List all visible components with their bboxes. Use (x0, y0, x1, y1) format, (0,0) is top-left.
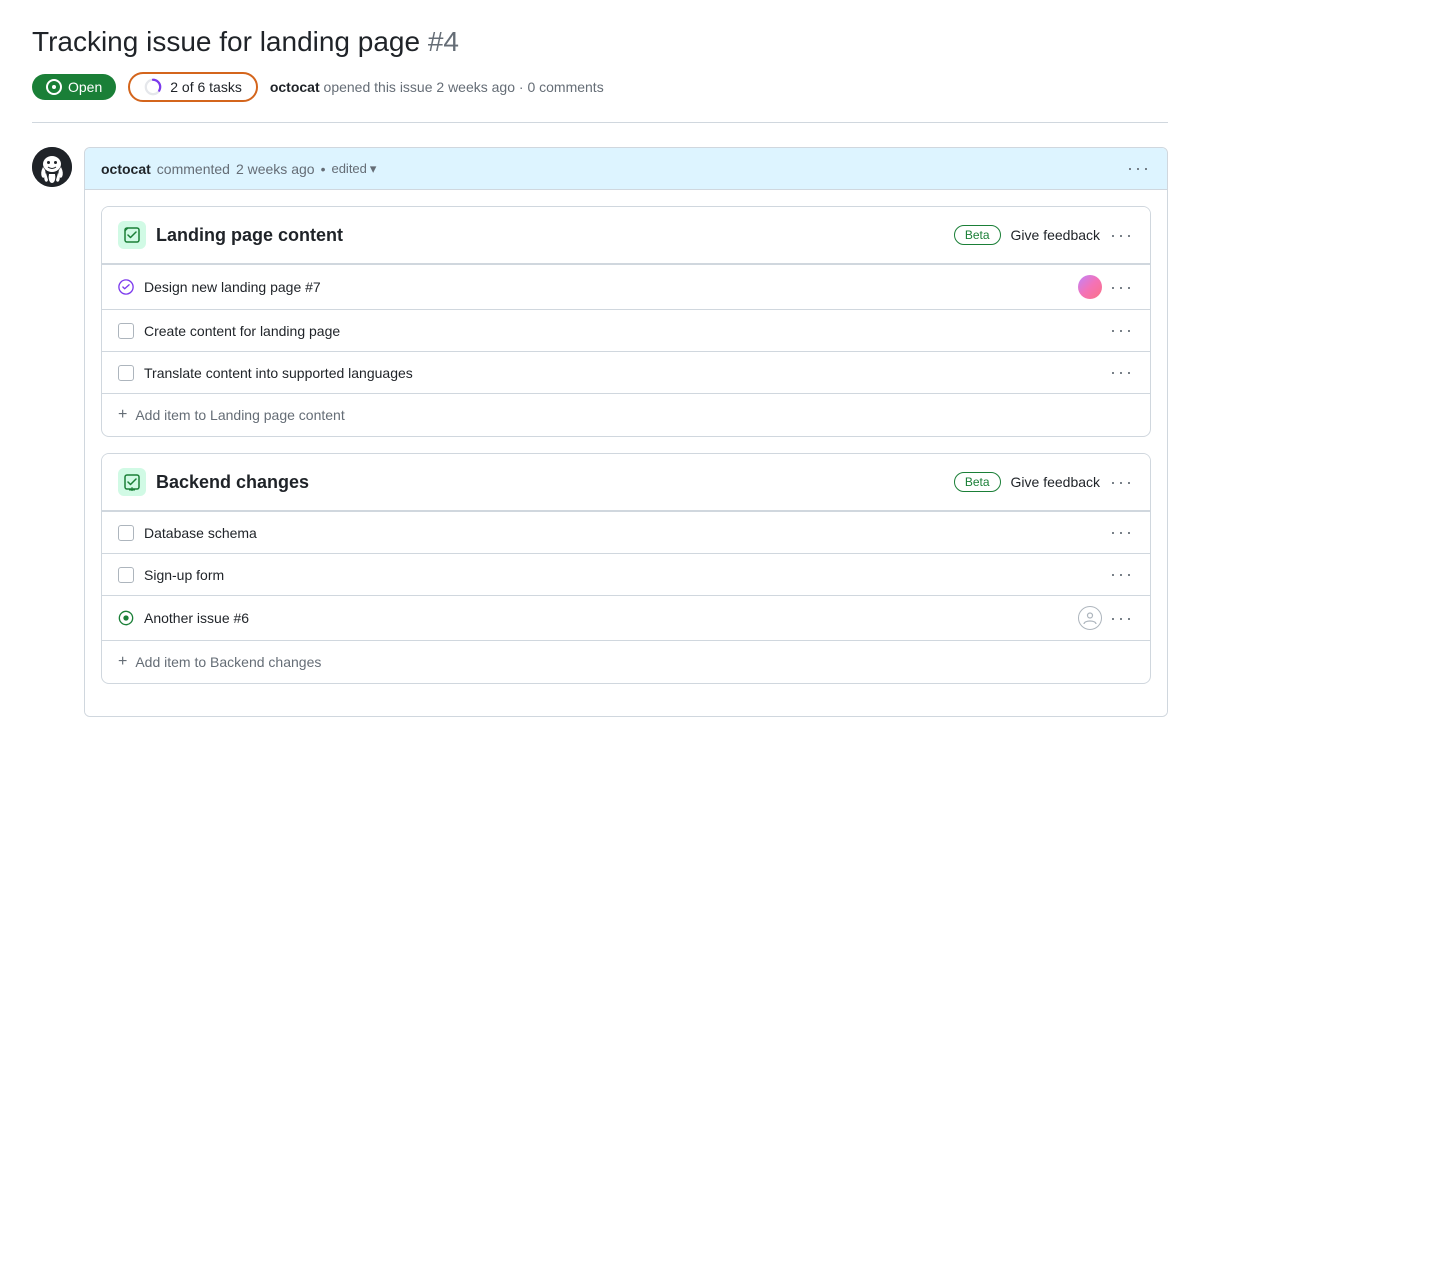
task-right: ··· (1078, 275, 1134, 299)
task-left: Another issue #6 (118, 610, 1078, 626)
header-divider (32, 122, 1168, 123)
commenter-username: octocat (101, 161, 151, 177)
task-right: ··· (1110, 320, 1134, 341)
task-label: Another issue #6 (144, 610, 249, 626)
separator: · (519, 79, 524, 95)
octocat-icon (32, 147, 72, 187)
comment-header: octocat commented 2 weeks ago • edited ▾… (85, 148, 1167, 190)
task-item: Sign-up form ··· (102, 553, 1150, 595)
tasklist-header-left: Backend changes (118, 468, 309, 496)
task-item: Create content for landing page ··· (102, 309, 1150, 351)
tasklist-header-backend: Backend changes Beta Give feedback ··· (102, 454, 1150, 511)
task-item: Translate content into supported languag… (102, 351, 1150, 393)
add-item-label: Add item to Backend changes (135, 654, 321, 670)
title-text: Tracking issue for landing page (32, 26, 420, 57)
person-icon (1082, 610, 1098, 626)
beta-badge-backend[interactable]: Beta (954, 472, 1001, 492)
comment-separator: • (321, 161, 326, 177)
tasklist-backend: Backend changes Beta Give feedback ··· D… (101, 453, 1151, 684)
tasklist-header-left: Landing page content (118, 221, 343, 249)
comments-count: 0 comments (527, 79, 603, 95)
task-label: Create content for landing page (144, 323, 340, 339)
task-more-button[interactable]: ··· (1110, 608, 1134, 629)
beta-badge-landing[interactable]: Beta (954, 225, 1001, 245)
tasklist-title-landing: Landing page content (156, 225, 343, 246)
avatar (32, 147, 72, 187)
task-label: Translate content into supported languag… (144, 365, 413, 381)
purple-check-icon (118, 278, 134, 296)
edited-badge[interactable]: edited ▾ (331, 161, 376, 177)
task-label: Database schema (144, 525, 257, 541)
issue-number: #4 (428, 26, 459, 57)
plus-icon: + (118, 406, 127, 424)
task-checkbox-unchecked[interactable] (118, 567, 134, 583)
progress-ring-icon (144, 78, 162, 96)
tasklist-icon-landing (118, 221, 146, 249)
task-label: Sign-up form (144, 567, 224, 583)
task-checkbox-checked[interactable] (118, 279, 134, 295)
time-ago: 2 weeks ago (436, 79, 515, 95)
task-item: Database schema ··· (102, 511, 1150, 553)
plus-icon: + (118, 653, 127, 671)
tasklist-header-right-backend: Beta Give feedback ··· (954, 472, 1134, 493)
task-item: Another issue #6 ··· (102, 595, 1150, 640)
task-right: ··· (1078, 606, 1134, 630)
task-label: Design new landing page #7 (144, 279, 321, 295)
green-open-circle-icon (118, 609, 134, 627)
task-more-button[interactable]: ··· (1110, 564, 1134, 585)
comment-action: commented (157, 161, 230, 177)
tasks-count: 2 of 6 tasks (170, 79, 242, 95)
task-right: ··· (1110, 564, 1134, 585)
task-more-button[interactable]: ··· (1110, 320, 1134, 341)
tasklist-header-landing: Landing page content Beta Give feedback … (102, 207, 1150, 264)
comment-body: octocat commented 2 weeks ago • edited ▾… (84, 147, 1168, 717)
give-feedback-landing[interactable]: Give feedback (1011, 227, 1101, 243)
add-item-label: Add item to Landing page content (135, 407, 344, 423)
status-row: Open 2 of 6 tasks octocat opened this is… (32, 72, 1168, 102)
task-checkbox-unchecked[interactable] (118, 525, 134, 541)
tasklist-header-right-landing: Beta Give feedback ··· (954, 225, 1134, 246)
add-item-landing[interactable]: + Add item to Landing page content (102, 393, 1150, 436)
tasklist-title-backend: Backend changes (156, 472, 309, 493)
backend-checklist-icon (123, 473, 141, 491)
task-left: Translate content into supported languag… (118, 365, 1110, 381)
task-assignee-avatar (1078, 275, 1102, 299)
add-item-backend[interactable]: + Add item to Backend changes (102, 640, 1150, 683)
comment-header-left: octocat commented 2 weeks ago • edited ▾ (101, 161, 376, 177)
open-icon (46, 79, 62, 95)
issue-meta: octocat opened this issue 2 weeks ago · … (270, 79, 604, 95)
tasklist-more-backend[interactable]: ··· (1110, 472, 1134, 493)
task-more-button[interactable]: ··· (1110, 522, 1134, 543)
task-item: Design new landing page #7 ··· (102, 264, 1150, 309)
give-feedback-backend[interactable]: Give feedback (1011, 474, 1101, 490)
task-right: ··· (1110, 362, 1134, 383)
open-label: Open (68, 79, 102, 95)
comment-more-button[interactable]: ··· (1127, 158, 1151, 179)
task-left: Design new landing page #7 (118, 279, 1078, 295)
task-more-button[interactable]: ··· (1110, 362, 1134, 383)
task-checkbox-unchecked[interactable] (118, 323, 134, 339)
task-more-button[interactable]: ··· (1110, 277, 1134, 298)
tasks-badge[interactable]: 2 of 6 tasks (128, 72, 258, 102)
checklist-icon (123, 226, 141, 244)
tasklist-more-landing[interactable]: ··· (1110, 225, 1134, 246)
chevron-down-icon: ▾ (370, 161, 377, 177)
author-name: octocat (270, 79, 320, 95)
task-left: Create content for landing page (118, 323, 1110, 339)
tasklist-icon-backend (118, 468, 146, 496)
comment-thread: octocat commented 2 weeks ago • edited ▾… (32, 147, 1168, 717)
page-title: Tracking issue for landing page #4 (32, 24, 1168, 60)
task-checkbox-open-issue[interactable] (118, 610, 134, 626)
task-left: Sign-up form (118, 567, 1110, 583)
comment-content: Landing page content Beta Give feedback … (85, 190, 1167, 716)
tasklist-landing-page: Landing page content Beta Give feedback … (101, 206, 1151, 437)
edited-label: edited (331, 161, 366, 176)
task-left: Database schema (118, 525, 1110, 541)
task-checkbox-unchecked[interactable] (118, 365, 134, 381)
open-badge: Open (32, 74, 116, 100)
action-text: opened this issue (324, 79, 433, 95)
task-assignee-placeholder (1078, 606, 1102, 630)
comment-time: 2 weeks ago (236, 161, 315, 177)
task-right: ··· (1110, 522, 1134, 543)
